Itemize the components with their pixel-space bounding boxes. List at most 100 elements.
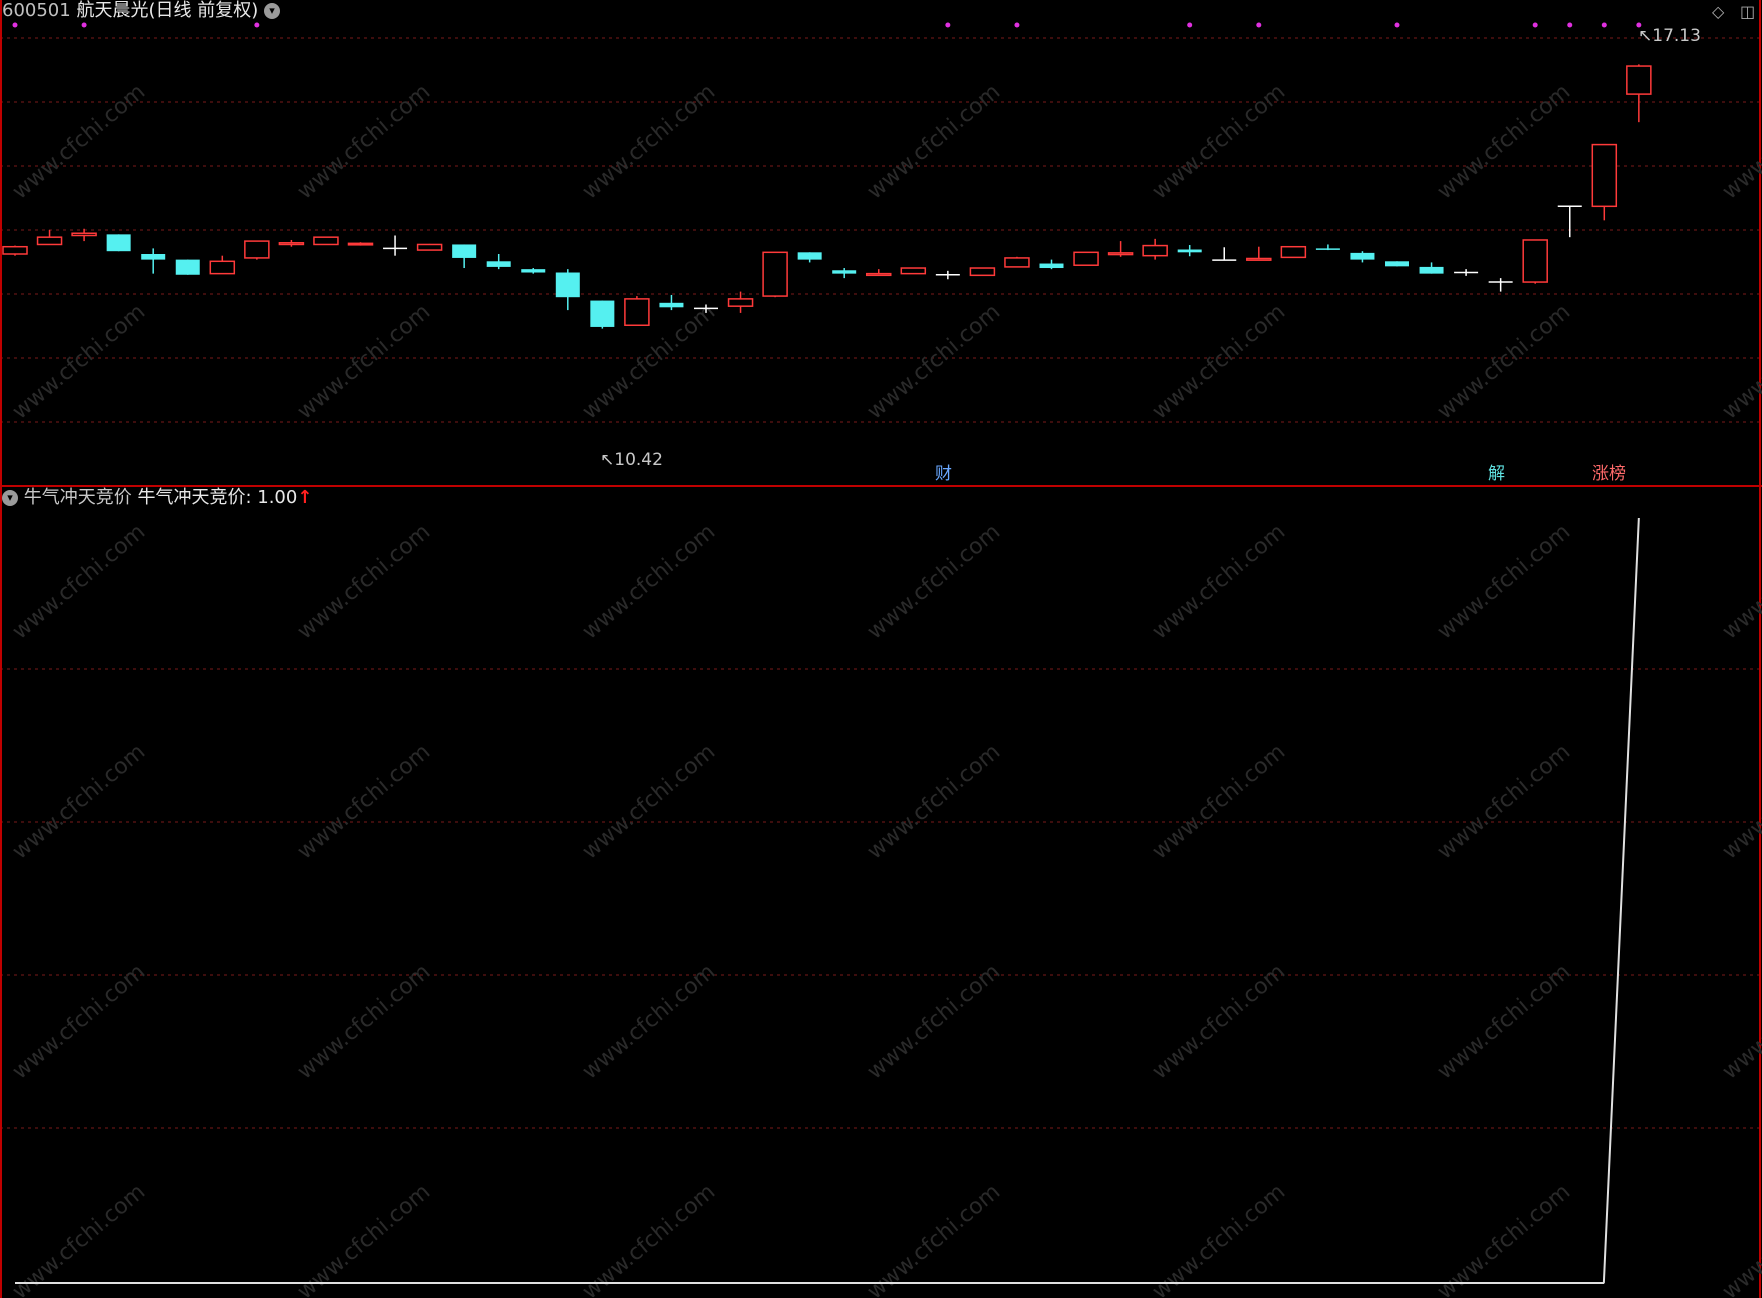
candle — [1177, 245, 1202, 257]
watermark-text: www.cfchi.com — [293, 959, 435, 1084]
limit-up-event-tag[interactable]: 涨榜 — [1590, 464, 1628, 484]
candle-body — [727, 298, 754, 307]
candlestick-series[interactable] — [2, 64, 1652, 329]
watermark-text: www.cfchi.com — [1718, 299, 1762, 424]
candle — [1591, 143, 1618, 221]
candle — [1280, 245, 1307, 259]
top-marker-dot — [1256, 22, 1262, 28]
candle — [1004, 256, 1030, 268]
candle-body — [278, 242, 305, 246]
candle-body — [1107, 252, 1134, 256]
watermark-text: www.cfchi.com — [1718, 739, 1762, 864]
candle — [521, 268, 546, 274]
candle — [1039, 259, 1064, 270]
candle-body — [762, 251, 788, 297]
candle — [1419, 262, 1444, 274]
finance-event-tag[interactable]: 财 — [933, 464, 954, 484]
watermark-text: www.cfchi.com — [863, 1179, 1005, 1298]
candle-body — [1591, 143, 1618, 208]
candle — [590, 300, 615, 329]
candle-body — [659, 302, 684, 308]
unlock-event-tag[interactable]: 解 — [1486, 464, 1507, 484]
candle — [1488, 278, 1513, 292]
watermark-text: www.cfchi.com — [8, 959, 150, 1084]
watermark-text: www.cfchi.com — [1718, 959, 1762, 1084]
candle — [209, 255, 236, 275]
watermark-text: www.cfchi.com — [293, 79, 435, 204]
candle-body — [1280, 245, 1307, 259]
candle — [762, 251, 788, 298]
candle — [659, 294, 684, 311]
candle-body — [1315, 248, 1340, 250]
candle-body — [1073, 251, 1099, 266]
candle — [624, 296, 650, 327]
indicator-header: ▾ 牛气冲天竞价 牛气冲天竞价: 1.00↑ — [2, 487, 312, 509]
watermark-text: www.cfchi.com — [578, 959, 720, 1084]
candle-body — [452, 244, 477, 258]
candle — [900, 267, 927, 275]
candle — [1522, 239, 1548, 284]
watermark-text: www.cfchi.com — [293, 1179, 435, 1298]
candle-body — [1522, 239, 1548, 283]
candle — [1626, 64, 1652, 123]
watermark-text: www.cfchi.com — [8, 739, 150, 864]
watermark-text: www.cfchi.com — [1718, 519, 1762, 644]
candle-body — [106, 234, 131, 252]
candle — [383, 235, 408, 256]
candle-body — [1246, 257, 1272, 261]
candle-body — [832, 270, 857, 274]
watermark-text: www.cfchi.com — [578, 1179, 720, 1298]
top-marker-dot — [1187, 22, 1193, 28]
watermark-text: www.cfchi.com — [1148, 79, 1290, 204]
candle — [1073, 251, 1099, 266]
watermark-text: www.cfchi.com — [8, 299, 150, 424]
candle — [1557, 205, 1582, 238]
chart-canvas[interactable]: www.cfchi.com www.cfchi.com www.cfchi.com w… — [0, 0, 1762, 1298]
candle-body — [866, 272, 892, 277]
candle — [36, 229, 63, 246]
top-marker-dot — [1394, 22, 1400, 28]
candle — [416, 243, 443, 251]
candle — [1385, 261, 1409, 267]
candle — [452, 244, 477, 269]
candle-body — [1419, 266, 1444, 274]
high-price-label: ↖17.13 — [1638, 26, 1701, 46]
watermark-text: www.cfchi.com — [1433, 79, 1575, 204]
candle — [1246, 246, 1272, 261]
candle — [1212, 247, 1237, 261]
candle — [866, 269, 892, 277]
candle-body — [900, 267, 927, 275]
candle — [175, 259, 200, 275]
diamond-icon[interactable]: ◇ — [1712, 2, 1724, 21]
candle-body — [209, 260, 236, 275]
candle-body — [347, 242, 374, 246]
top-marker-dot — [254, 22, 260, 28]
watermark-text: www.cfchi.com — [1148, 299, 1290, 424]
watermark-text: www.cfchi.com — [863, 519, 1005, 644]
candle-body — [313, 236, 339, 246]
chevron-down-icon[interactable]: ▾ — [2, 490, 18, 506]
candle-body — [71, 232, 97, 237]
watermark-text: www.cfchi.com — [1433, 959, 1575, 1084]
candle-body — [624, 298, 650, 327]
watermark-text: www.cfchi.com — [1433, 299, 1575, 424]
watermark-text: www.cfchi.com — [293, 519, 435, 644]
watermark-text: www.cfchi.com — [8, 1179, 150, 1298]
top-marker-dot — [81, 22, 87, 28]
candle-body — [1039, 263, 1064, 269]
window-toggle-icon[interactable]: ◫ — [1740, 2, 1755, 21]
candle-body — [1350, 252, 1375, 260]
watermark-text: www.cfchi.com — [863, 299, 1005, 424]
watermark-text: www.cfchi.com — [863, 959, 1005, 1084]
indicator-line — [15, 517, 1640, 1284]
candle — [727, 291, 754, 313]
main-chart-header: 600501 航天晨光(日线 前复权) ▾ — [2, 0, 280, 22]
watermark-text: www.cfchi.com — [293, 739, 435, 864]
top-marker-dot — [1601, 22, 1607, 28]
watermark-text: www.cfchi.com — [1148, 739, 1290, 864]
watermark-text: www.cfchi.com — [8, 519, 150, 644]
chevron-down-icon[interactable]: ▾ — [263, 3, 280, 19]
candle — [141, 248, 166, 274]
candle — [244, 240, 270, 260]
candle-body — [1385, 261, 1409, 267]
